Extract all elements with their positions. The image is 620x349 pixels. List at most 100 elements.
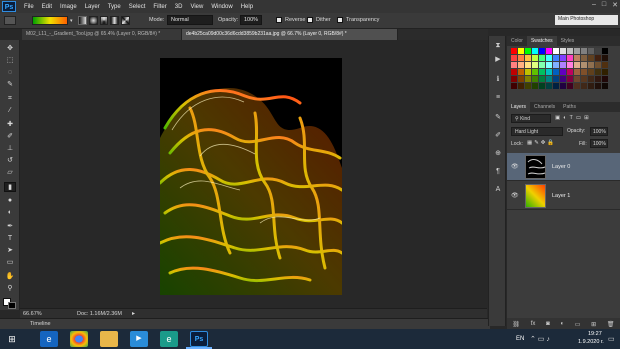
color-swatch[interactable] bbox=[567, 48, 573, 54]
color-swatch[interactable] bbox=[539, 76, 545, 82]
color-swatch[interactable] bbox=[553, 83, 559, 89]
file-explorer-icon[interactable] bbox=[100, 331, 118, 347]
trash-icon[interactable]: 🗑 bbox=[607, 321, 615, 328]
tab-active-doc[interactable]: de4b25ca09d00c36d6cdd3859b231aa.jpg @ 66… bbox=[182, 29, 398, 40]
media-icon[interactable]: ▶ bbox=[130, 331, 148, 347]
stamp-icon[interactable]: ⊥ bbox=[4, 144, 16, 154]
mode-select[interactable]: Normal bbox=[167, 15, 213, 25]
color-swatch[interactable] bbox=[602, 48, 608, 54]
color-swatch[interactable] bbox=[560, 48, 566, 54]
mask-icon[interactable]: ◙ bbox=[546, 321, 550, 327]
color-swatch[interactable] bbox=[525, 69, 531, 75]
color-swatch[interactable] bbox=[525, 48, 531, 54]
document-canvas-image[interactable] bbox=[160, 58, 342, 295]
clone-source-icon[interactable]: ⊕ bbox=[492, 148, 504, 159]
color-swatch[interactable] bbox=[532, 55, 538, 61]
color-swatch[interactable] bbox=[602, 69, 608, 75]
menu-edit[interactable]: Edit bbox=[42, 4, 52, 10]
color-swatch[interactable] bbox=[518, 83, 524, 89]
color-swatch[interactable] bbox=[532, 83, 538, 89]
color-swatch[interactable] bbox=[588, 48, 594, 54]
color-swatch[interactable] bbox=[595, 55, 601, 61]
color-swatch[interactable] bbox=[546, 76, 552, 82]
color-swatch[interactable] bbox=[553, 48, 559, 54]
color-swatch[interactable] bbox=[511, 48, 517, 54]
color-swatch[interactable] bbox=[511, 55, 517, 61]
dodge-icon[interactable]: ◐ bbox=[4, 208, 16, 218]
close-button[interactable]: ✕ bbox=[612, 1, 618, 9]
pen-icon[interactable]: ✒ bbox=[4, 222, 16, 232]
workspace-select[interactable]: Main Photoshop bbox=[555, 15, 618, 25]
color-swatch[interactable] bbox=[532, 76, 538, 82]
fill-field[interactable]: 100% bbox=[590, 139, 608, 148]
color-swatch[interactable] bbox=[560, 83, 566, 89]
adjustment-icon[interactable]: ◐ bbox=[560, 321, 564, 327]
background-color-swatch[interactable] bbox=[8, 302, 16, 309]
color-swatch[interactable] bbox=[546, 55, 552, 61]
eye-icon[interactable]: 👁 bbox=[511, 192, 519, 199]
color-swatch[interactable] bbox=[546, 62, 552, 68]
timeline-tab[interactable]: Timeline bbox=[30, 321, 51, 327]
menu-filter[interactable]: Filter bbox=[153, 4, 166, 10]
color-swatch[interactable] bbox=[567, 69, 573, 75]
brush-panel-icon[interactable]: ✐ bbox=[492, 130, 504, 141]
menu-view[interactable]: View bbox=[190, 4, 203, 10]
color-swatch[interactable] bbox=[518, 55, 524, 61]
system-tray-icons[interactable]: ⌃ ▭ ♪ bbox=[530, 335, 550, 343]
shape-icon[interactable]: ▭ bbox=[4, 258, 16, 268]
color-swatch[interactable] bbox=[525, 62, 531, 68]
color-swatch[interactable] bbox=[525, 55, 531, 61]
transparency-checkbox[interactable] bbox=[337, 17, 343, 23]
info-icon[interactable]: ℹ bbox=[492, 74, 504, 85]
tab-channels[interactable]: Channels bbox=[530, 102, 559, 112]
color-swatch[interactable] bbox=[532, 69, 538, 75]
minimize-button[interactable]: – bbox=[592, 1, 596, 9]
color-swatch[interactable] bbox=[539, 62, 545, 68]
color-swatch[interactable] bbox=[560, 62, 566, 68]
brush-icon[interactable]: ✐ bbox=[4, 132, 16, 142]
hand-icon[interactable]: ✋ bbox=[4, 272, 16, 282]
chrome-icon[interactable] bbox=[70, 331, 88, 347]
color-swatch[interactable] bbox=[546, 69, 552, 75]
color-swatch[interactable] bbox=[553, 76, 559, 82]
color-swatch[interactable] bbox=[581, 76, 587, 82]
notification-icon[interactable]: ▭ bbox=[608, 335, 615, 343]
chevron-down-icon[interactable]: ▾ bbox=[70, 18, 73, 24]
opacity-field[interactable]: 100% bbox=[240, 15, 262, 25]
color-swatch[interactable] bbox=[518, 48, 524, 54]
crop-icon[interactable]: ⌗ bbox=[4, 94, 16, 104]
gradient-tool-preset-icon[interactable] bbox=[4, 16, 16, 25]
properties-icon[interactable]: ≡ bbox=[492, 92, 504, 103]
color-swatch[interactable] bbox=[588, 55, 594, 61]
color-swatch[interactable] bbox=[602, 55, 608, 61]
gradient-picker[interactable] bbox=[32, 16, 68, 25]
color-swatch[interactable] bbox=[588, 83, 594, 89]
color-swatch[interactable] bbox=[546, 83, 552, 89]
internet-explorer-icon[interactable]: e bbox=[40, 331, 58, 347]
reverse-checkbox[interactable] bbox=[276, 17, 282, 23]
color-swatch[interactable] bbox=[595, 83, 601, 89]
type-icon[interactable]: T bbox=[4, 234, 16, 244]
tab-color[interactable]: Color bbox=[507, 36, 527, 46]
move-icon[interactable]: ✥ bbox=[4, 44, 16, 54]
eraser-icon[interactable]: ▱ bbox=[4, 168, 16, 178]
color-swatch[interactable] bbox=[581, 83, 587, 89]
color-swatch[interactable] bbox=[511, 69, 517, 75]
layer-opacity-field[interactable]: 100% bbox=[590, 127, 608, 136]
maximize-button[interactable]: □ bbox=[602, 1, 606, 9]
brush-preset-icon[interactable]: ✎ bbox=[492, 112, 504, 123]
character-icon[interactable]: A bbox=[492, 184, 504, 195]
marquee-icon[interactable]: ⬚ bbox=[4, 56, 16, 66]
color-swatch[interactable] bbox=[588, 62, 594, 68]
color-swatch[interactable] bbox=[574, 76, 580, 82]
fx-icon[interactable]: fx bbox=[531, 321, 536, 327]
color-swatch[interactable] bbox=[553, 55, 559, 61]
color-swatch[interactable] bbox=[567, 76, 573, 82]
color-swatch[interactable] bbox=[539, 69, 545, 75]
color-swatch[interactable] bbox=[525, 76, 531, 82]
color-swatch[interactable] bbox=[588, 76, 594, 82]
menu-select[interactable]: Select bbox=[129, 4, 146, 10]
color-swatch[interactable] bbox=[511, 83, 517, 89]
color-swatch[interactable] bbox=[574, 48, 580, 54]
layer-row-layer-1[interactable]: 👁 Layer 1 bbox=[507, 182, 620, 210]
